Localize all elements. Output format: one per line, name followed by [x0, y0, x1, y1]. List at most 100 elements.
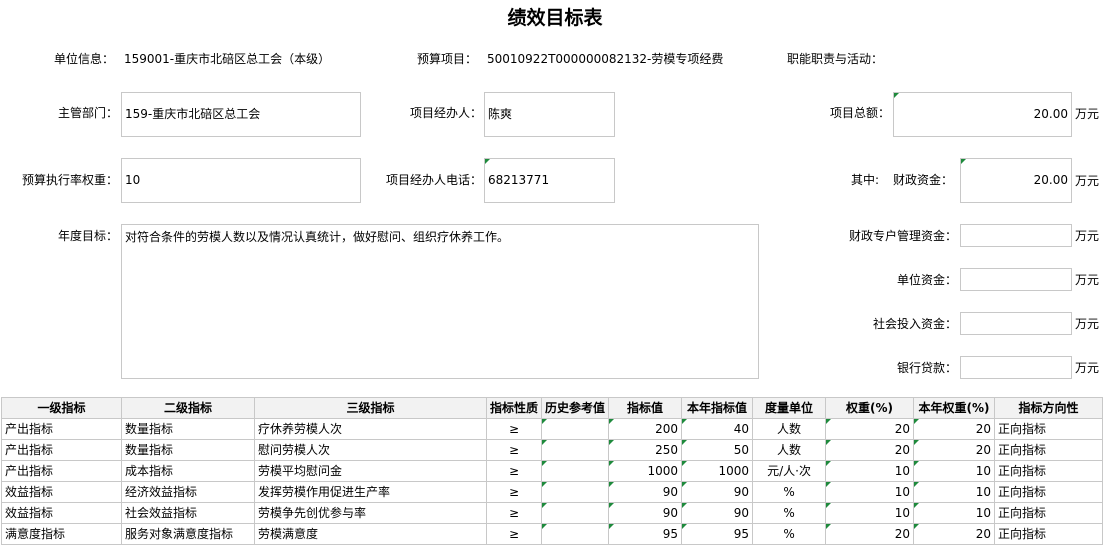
bank-loan-field[interactable] [960, 356, 1072, 379]
cell-text: 劳模满意度 [258, 527, 319, 541]
cell-marker-icon [826, 419, 832, 424]
annual-goal-field[interactable]: 对符合条件的劳模人数以及情况认真统计，做好慰问、组织疗休养工作。 [121, 224, 759, 379]
bank-loan-unit: 万元 [1075, 361, 1100, 375]
cell-history[interactable] [541, 523, 610, 545]
dept-label: 主管部门： [57, 106, 118, 120]
cell-history[interactable] [541, 418, 610, 440]
cell-nature: ≥ [485, 439, 543, 461]
cell-year-value[interactable]: 90 [681, 502, 754, 524]
cell-marker-icon [682, 419, 688, 424]
cell-value[interactable]: 90 [608, 502, 683, 524]
cell-text: 正向指标 [998, 506, 1047, 520]
cell-level3: 发挥劳模作用促进生产率 [254, 481, 487, 503]
special-fund-label: 财政专户管理资金： [848, 229, 957, 243]
duties-label: 职能职责与活动： [787, 52, 884, 66]
cell-year-value[interactable]: 90 [681, 481, 754, 503]
cell-text: 90 [733, 506, 750, 520]
cell-weight[interactable]: 20 [825, 439, 915, 461]
weight-field[interactable]: 10 [121, 158, 361, 203]
cell-marker-icon [609, 461, 615, 466]
unit-fund-field[interactable] [960, 268, 1072, 291]
cell-marker-icon [914, 482, 920, 487]
cell-text: 20 [894, 527, 911, 541]
cell-year-value[interactable]: 1000 [681, 460, 754, 482]
cell-text: 50 [733, 443, 750, 457]
cell-text: 20 [894, 443, 911, 457]
total-label: 项目总额： [829, 106, 890, 120]
cell-level2: 经济效益指标 [121, 481, 255, 503]
cell-year-value[interactable]: 95 [681, 523, 754, 545]
cell-direction: 正向指标 [994, 418, 1104, 440]
cell-marker-icon [826, 440, 832, 445]
cell-year-weight[interactable]: 10 [913, 481, 996, 503]
budget-project-value: 50010922T000000082132-劳模专项经费 [487, 52, 724, 66]
cell-level1: 产出指标 [1, 418, 122, 440]
cell-value[interactable]: 1000 [608, 460, 683, 482]
cell-weight[interactable]: 20 [825, 418, 915, 440]
cell-marker-icon [609, 440, 615, 445]
cell-text: 产出指标 [5, 443, 54, 457]
cell-value[interactable]: 200 [608, 418, 683, 440]
cell-text: 正向指标 [998, 422, 1047, 436]
cell-marker-icon [609, 503, 615, 508]
cell-value[interactable]: 95 [608, 523, 683, 545]
cell-history[interactable] [541, 502, 610, 524]
total-unit: 万元 [1075, 107, 1100, 121]
cell-year-weight[interactable]: 10 [913, 502, 996, 524]
cell-weight[interactable]: 10 [825, 481, 915, 503]
total-field[interactable]: 20.00 [893, 92, 1072, 137]
cell-unit: 人数 [752, 439, 827, 461]
cell-value[interactable]: 90 [608, 481, 683, 503]
cell-year-value[interactable]: 40 [681, 418, 754, 440]
dept-value: 159-重庆市北碚区总工会 [125, 107, 261, 121]
special-fund-field[interactable] [960, 224, 1072, 247]
cell-direction: 正向指标 [994, 439, 1104, 461]
cell-marker-icon [826, 461, 832, 466]
cell-weight[interactable]: 10 [825, 460, 915, 482]
cell-text: 250 [655, 443, 679, 457]
cell-year-weight[interactable]: 20 [913, 439, 996, 461]
manager-field[interactable]: 陈爽 [484, 92, 615, 137]
cell-text: % [783, 506, 795, 520]
social-fund-field[interactable] [960, 312, 1072, 335]
weight-label: 预算执行率权重： [21, 173, 118, 187]
cell-history[interactable] [541, 439, 610, 461]
manager-value: 陈爽 [488, 107, 513, 121]
cell-text: 发挥劳模作用促进生产率 [258, 485, 391, 499]
cell-level2: 数量指标 [121, 439, 255, 461]
cell-direction: 正向指标 [994, 481, 1104, 503]
cell-marker-icon [542, 461, 548, 466]
cell-marker-icon [682, 440, 688, 445]
cell-value[interactable]: 250 [608, 439, 683, 461]
cell-year-value[interactable]: 50 [681, 439, 754, 461]
cell-marker-icon [914, 440, 920, 445]
cell-level1: 满意度指标 [1, 523, 122, 545]
phone-field[interactable]: 68213771 [484, 158, 615, 203]
cell-weight[interactable]: 20 [825, 523, 915, 545]
cell-text: 效益指标 [5, 485, 54, 499]
cell-nature: ≥ [485, 418, 543, 440]
cell-marker-icon [542, 482, 548, 487]
bank-loan-label: 银行贷款： [896, 361, 957, 375]
table-row: 产出指标 数量指标 疗休养劳模人次 ≥200 40 人数 20 20 正向指标 [1, 418, 1104, 440]
cell-text: 慰问劳模人次 [258, 443, 331, 457]
cell-year-weight[interactable]: 10 [913, 460, 996, 482]
dept-field[interactable]: 159-重庆市北碚区总工会 [121, 92, 361, 137]
cell-direction: 正向指标 [994, 502, 1104, 524]
cell-marker-icon [826, 503, 832, 508]
cell-unit: 元/人·次 [752, 460, 827, 482]
col-header-year-weight: 本年权重(%) [913, 397, 996, 419]
cell-marker-icon [542, 440, 548, 445]
cell-nature: ≥ [485, 502, 543, 524]
cell-history[interactable] [541, 481, 610, 503]
cell-year-weight[interactable]: 20 [913, 418, 996, 440]
cell-weight[interactable]: 10 [825, 502, 915, 524]
cell-level3: 劳模满意度 [254, 523, 487, 545]
cell-text: 200 [655, 422, 679, 436]
cell-marker-icon [682, 503, 688, 508]
col-header-unit: 度量单位 [752, 397, 827, 419]
cell-year-weight[interactable]: 20 [913, 523, 996, 545]
cell-history[interactable] [541, 460, 610, 482]
fiscal-field[interactable]: 20.00 [960, 158, 1072, 203]
col-header-history: 历史参考值 [541, 397, 610, 419]
